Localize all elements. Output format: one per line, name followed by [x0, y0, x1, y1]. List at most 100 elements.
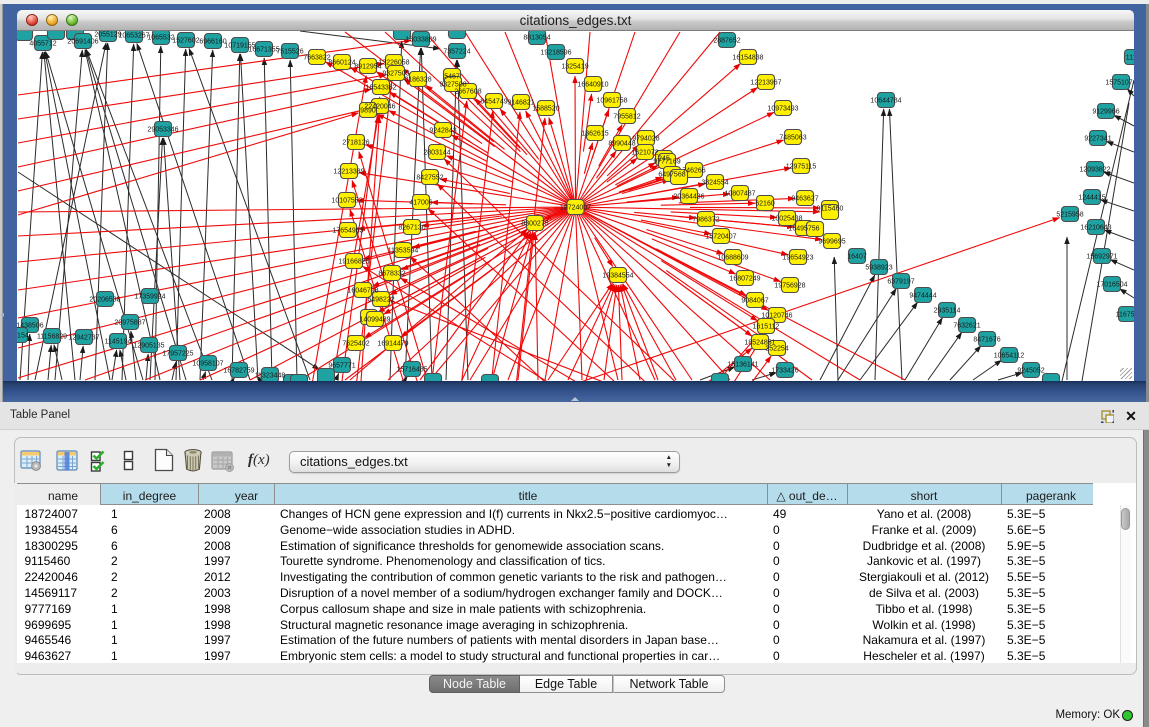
- svg-text:11156829: 11156829: [37, 334, 67, 341]
- svg-text:7986372: 7986372: [692, 217, 719, 224]
- svg-text:10958107: 10958107: [192, 361, 223, 368]
- svg-text:20364436: 20364436: [673, 194, 704, 201]
- svg-text:62160: 62160: [755, 201, 775, 208]
- svg-text:6966160: 6966160: [199, 39, 226, 46]
- svg-text:11323448: 11323448: [255, 373, 286, 380]
- svg-text:9115460: 9115460: [817, 206, 844, 213]
- svg-text:1527602: 1527602: [172, 38, 199, 45]
- svg-text:9794028: 9794028: [632, 136, 659, 143]
- svg-text:9084067: 9084067: [741, 298, 768, 305]
- svg-text:16046798: 16046798: [347, 288, 378, 295]
- svg-text:8471676: 8471676: [973, 337, 1000, 344]
- svg-text:20691406: 20691406: [67, 39, 98, 46]
- svg-text:10107552: 10107552: [331, 198, 362, 205]
- svg-text:1117: 1117: [1126, 55, 1134, 62]
- svg-text:5215958: 5215958: [1056, 212, 1083, 219]
- svg-text:10961758: 10961758: [596, 98, 627, 105]
- svg-text:1621072: 1621072: [631, 150, 658, 157]
- svg-text:16495756: 16495756: [788, 226, 819, 233]
- svg-text:8186328: 8186328: [404, 77, 431, 84]
- svg-text:4055712: 4055712: [29, 41, 56, 48]
- svg-text:1362615: 1362615: [581, 131, 608, 138]
- svg-text:15720407: 15720407: [705, 234, 736, 241]
- svg-text:12975115: 12975115: [786, 164, 817, 171]
- svg-text:9657771: 9657771: [328, 363, 355, 370]
- svg-text:6379197: 6379197: [887, 279, 914, 286]
- svg-text:417006: 417006: [409, 200, 432, 207]
- svg-text:1065532: 1065532: [147, 35, 174, 42]
- svg-text:2803144: 2803144: [423, 150, 450, 157]
- svg-text:19384554: 19384554: [602, 273, 633, 280]
- svg-text:1244415: 1244415: [1078, 195, 1105, 202]
- svg-text:2935114: 2935114: [934, 308, 961, 315]
- svg-text:6498222: 6498222: [367, 297, 394, 304]
- svg-text:20206538: 20206538: [89, 297, 120, 304]
- svg-text:252254: 252254: [765, 346, 788, 353]
- svg-text:8454749: 8454749: [480, 99, 507, 106]
- svg-text:9146821: 9146821: [507, 100, 534, 107]
- svg-text:16543362: 16543362: [365, 85, 396, 92]
- svg-text:9327508: 9327508: [439, 82, 466, 89]
- svg-text:12093822: 12093822: [1079, 167, 1110, 174]
- svg-text:10025438: 10025438: [771, 216, 802, 223]
- svg-text:7485063: 7485063: [779, 135, 806, 142]
- svg-text:17359924: 17359924: [134, 294, 165, 301]
- svg-text:8300275: 8300275: [521, 221, 548, 228]
- svg-text:7955812: 7955812: [613, 114, 640, 121]
- svg-text:39154: 39154: [17, 333, 29, 340]
- svg-text:16671355: 16671355: [248, 47, 279, 54]
- svg-text:1588520: 1588520: [532, 106, 559, 113]
- svg-text:15716485: 15716485: [396, 367, 427, 374]
- svg-text:1733426: 1733426: [771, 368, 798, 375]
- svg-text:8813054: 8813054: [523, 35, 550, 42]
- svg-text:7625402: 7625402: [342, 341, 369, 348]
- svg-text:8660124: 8660124: [328, 60, 355, 67]
- svg-text:12942737: 12942737: [68, 335, 99, 342]
- svg-text:10644784: 10644784: [870, 98, 901, 105]
- svg-text:5938923: 5938923: [865, 265, 892, 272]
- svg-text:10688609: 10688609: [717, 255, 748, 262]
- svg-text:9242843: 9242843: [429, 128, 456, 135]
- svg-text:1438506: 1438506: [17, 323, 44, 330]
- svg-text:9129966: 9129966: [1092, 109, 1119, 116]
- svg-text:17957225: 17957225: [162, 351, 193, 358]
- svg-text:16033809: 16033809: [405, 37, 436, 44]
- svg-text:17654983: 17654983: [332, 228, 363, 235]
- svg-text:15751074: 15751074: [1105, 80, 1134, 87]
- svg-text:1145194: 1145194: [105, 339, 132, 346]
- svg-text:11353594: 11353594: [388, 248, 419, 255]
- svg-text:7632621: 7632621: [953, 323, 980, 330]
- svg-text:10654112: 10654112: [994, 353, 1025, 360]
- svg-text:20975887: 20975887: [114, 320, 145, 327]
- svg-text:7515526: 7515526: [276, 49, 303, 56]
- svg-text:9777169: 9777169: [653, 159, 680, 166]
- svg-text:1325419: 1325419: [561, 64, 588, 71]
- svg-text:7663822: 7663822: [303, 55, 330, 62]
- svg-text:8427552: 8427552: [416, 175, 443, 182]
- svg-text:13226058: 13226058: [378, 60, 409, 67]
- svg-text:2718126: 2718126: [342, 140, 369, 147]
- svg-text:16807249: 16807249: [729, 276, 760, 283]
- svg-text:18724007: 18724007: [560, 205, 591, 212]
- svg-text:29053346: 29053346: [147, 127, 178, 134]
- svg-text:5467: 5467: [444, 74, 460, 81]
- svg-text:9699695: 9699695: [818, 239, 845, 246]
- svg-text:1615112: 1615112: [753, 324, 780, 331]
- svg-text:2667608: 2667608: [454, 89, 481, 96]
- svg-text:16407: 16407: [847, 254, 867, 261]
- svg-text:17016504: 17016504: [1096, 282, 1127, 289]
- svg-text:15136141: 15136141: [727, 362, 758, 369]
- svg-text:15692971: 15692971: [1086, 254, 1117, 261]
- svg-text:8267130: 8267130: [398, 225, 425, 232]
- svg-text:2887652: 2887652: [713, 38, 740, 45]
- svg-text:12213389: 12213389: [333, 169, 364, 176]
- svg-text:10973493: 10973493: [767, 106, 798, 113]
- svg-text:16210643: 16210643: [1080, 225, 1111, 232]
- svg-text:9463627: 9463627: [791, 196, 818, 203]
- svg-text:19756928: 19756928: [774, 283, 805, 290]
- svg-text:16154838: 16154838: [732, 55, 763, 62]
- svg-text:116753: 116753: [1116, 312, 1134, 319]
- svg-text:19166825: 19166825: [338, 259, 369, 266]
- svg-text:10120746: 10120746: [761, 313, 792, 320]
- svg-text:10807487: 10807487: [724, 191, 755, 198]
